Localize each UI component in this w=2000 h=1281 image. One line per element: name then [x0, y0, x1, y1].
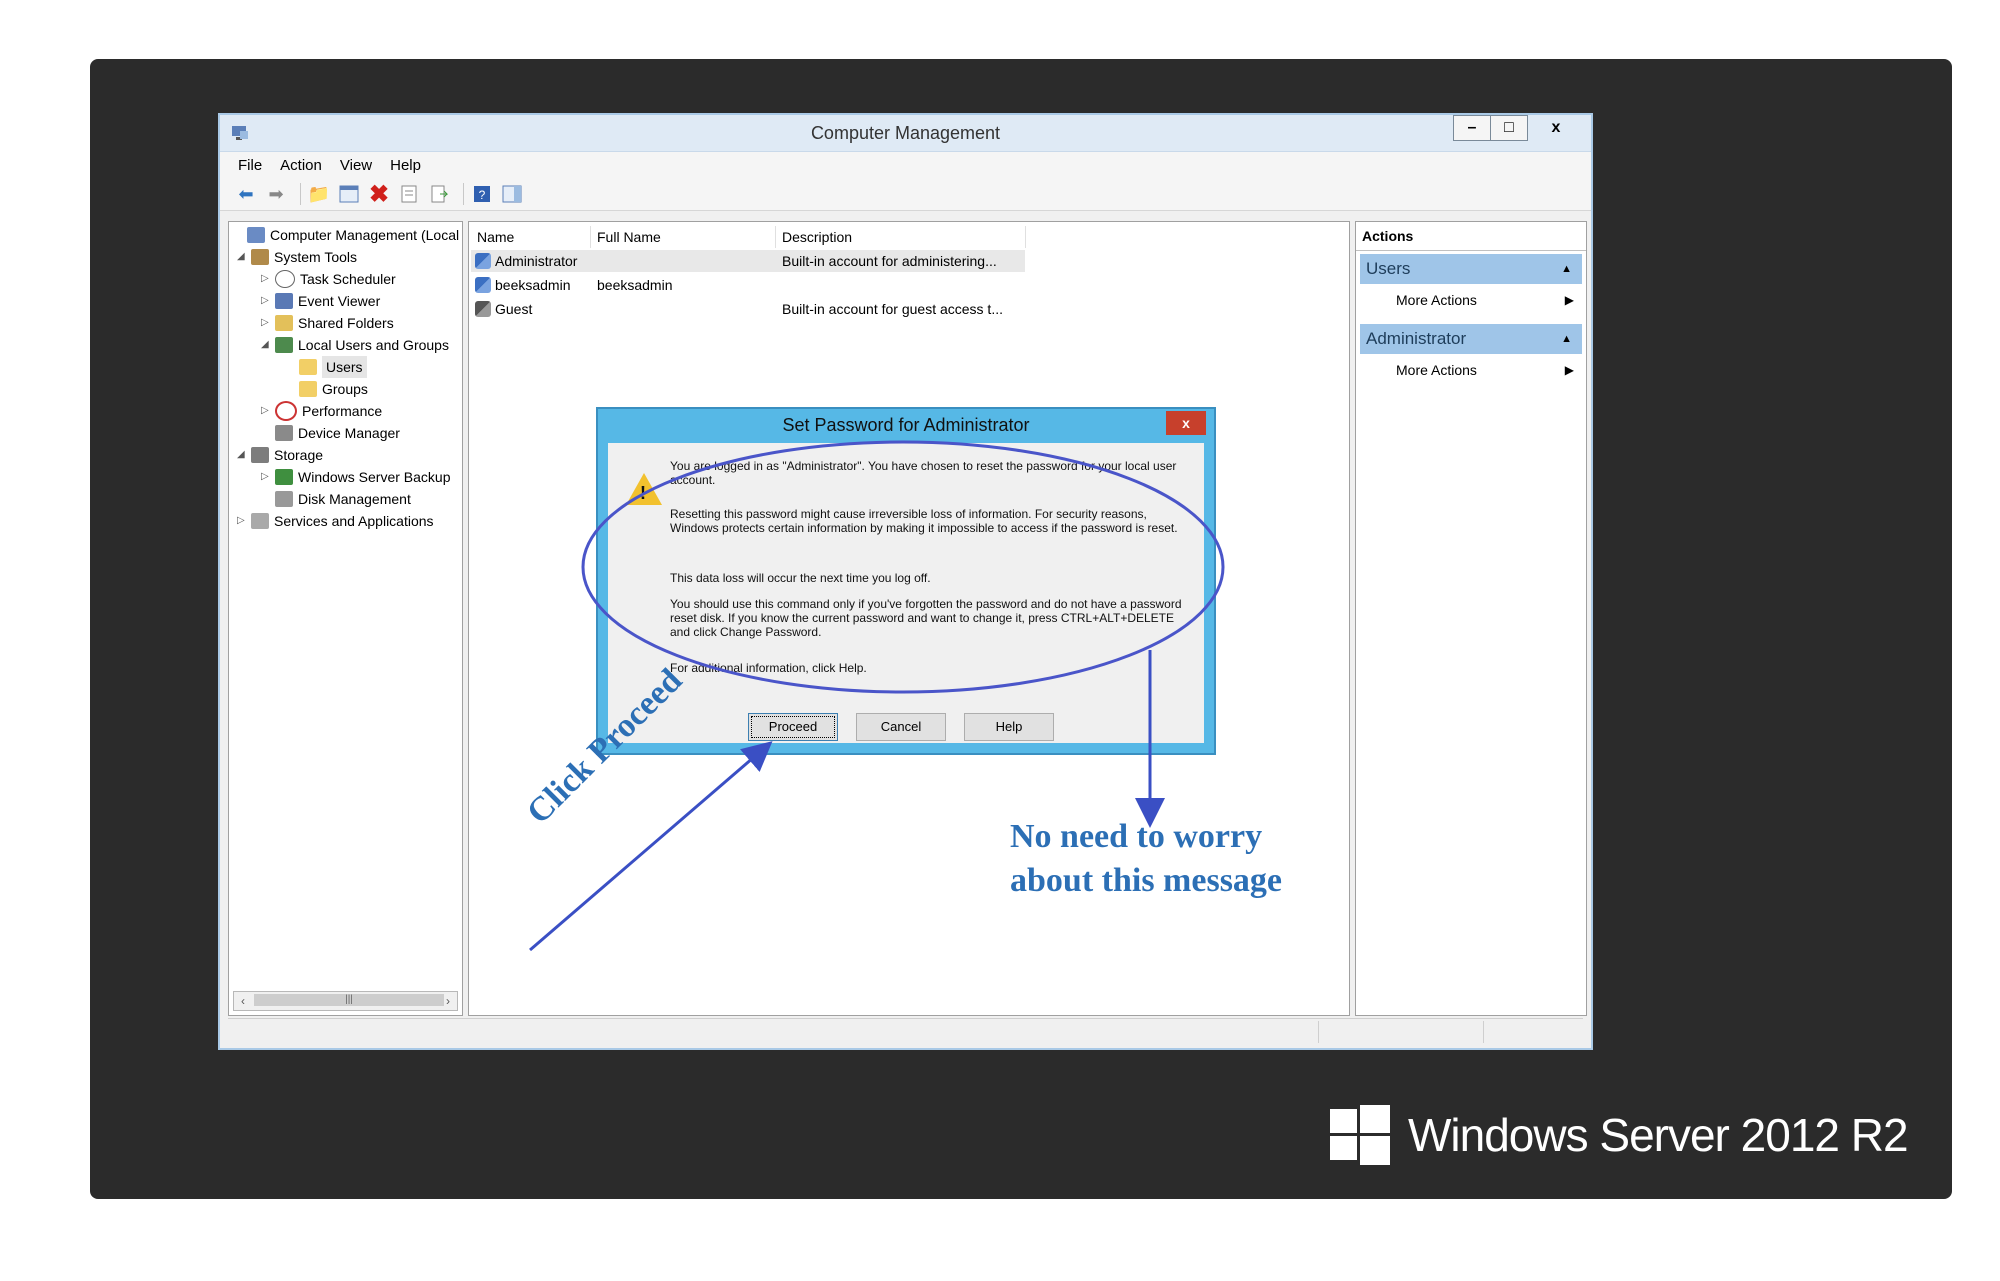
annotation-no-need-line2: about this message	[1010, 862, 1283, 899]
show-hide-action-pane-icon[interactable]	[500, 182, 524, 206]
table-row-name[interactable]: Administrator	[475, 250, 577, 272]
minimize-button[interactable]: –	[1453, 115, 1491, 141]
folder-icon	[299, 381, 317, 397]
user-icon	[475, 253, 491, 269]
shared-folder-icon	[275, 315, 293, 331]
table-row-full-name: beeksadmin	[597, 277, 673, 293]
table-row-description: Built-in account for guest access t...	[782, 301, 1003, 317]
help-button[interactable]: Help	[964, 713, 1054, 741]
menu-action[interactable]: Action	[280, 157, 322, 174]
scroll-left-icon[interactable]: ‹	[234, 992, 252, 1010]
brand-name: Windows Server 2012 R2	[1408, 1109, 1909, 1161]
actions-section-users[interactable]: Users ▲	[1360, 254, 1582, 284]
dialog-body: ! You are logged in as "Administrator". …	[608, 443, 1204, 743]
backup-icon	[275, 469, 293, 485]
tree-item-task-scheduler[interactable]: ▷ Task Scheduler	[261, 268, 396, 290]
close-button[interactable]: x	[1527, 115, 1585, 141]
tree-item-performance[interactable]: ▷ Performance	[261, 400, 382, 422]
delete-icon[interactable]: ✖	[367, 181, 391, 208]
dialog-paragraph: You are logged in as "Administrator". Yo…	[670, 459, 1177, 487]
guest-user-icon	[475, 301, 491, 317]
more-actions-users[interactable]: More Actions ▶	[1396, 288, 1578, 312]
proceed-button[interactable]: Proceed	[748, 713, 838, 741]
export-list-icon[interactable]	[427, 182, 451, 206]
dialog-title: Set Password for Administrator	[782, 415, 1030, 435]
scroll-thumb[interactable]: |||	[254, 994, 444, 1006]
actions-section-administrator[interactable]: Administrator ▲	[1360, 324, 1582, 354]
actions-pane: Actions Users ▲ More Actions ▶ Administrat…	[1355, 221, 1587, 1016]
device-manager-icon	[275, 425, 293, 441]
tree-item-users[interactable]: Users	[285, 356, 367, 378]
console-tree: Computer Management (Local ◢ System Tool…	[228, 221, 463, 1016]
disk-icon	[275, 491, 293, 507]
annotation-no-need-line1: No need to worry	[1010, 818, 1263, 855]
window-title: Computer Management	[810, 123, 1001, 143]
submenu-arrow-icon: ▶	[1564, 293, 1574, 307]
more-actions-administrator[interactable]: More Actions ▶	[1396, 358, 1578, 382]
actions-title: Actions	[1362, 228, 1414, 244]
tree-item-windows-server-backup[interactable]: ▷ Windows Server Backup	[261, 466, 451, 488]
up-folder-icon[interactable]: 📁	[307, 182, 331, 206]
table-row-description: Built-in account for administering...	[782, 253, 997, 269]
dialog-paragraph: You should use this command only if you'…	[670, 597, 1182, 639]
status-bar	[228, 1018, 1583, 1045]
menu-file[interactable]: File	[238, 157, 262, 174]
tree-item-system-tools[interactable]: ◢ System Tools	[237, 246, 357, 268]
windows-logo-icon	[1330, 1105, 1390, 1165]
table-row-name[interactable]: Guest	[475, 298, 532, 320]
tree-item-event-viewer[interactable]: ▷ Event Viewer	[261, 290, 380, 312]
tree-item-services-applications[interactable]: ▷ Services and Applications	[237, 510, 434, 532]
tree-item-local-users-groups[interactable]: ◢ Local Users and Groups	[261, 334, 449, 356]
maximize-button[interactable]: □	[1490, 115, 1528, 141]
show-hide-tree-icon[interactable]	[337, 182, 361, 206]
dialog-close-button[interactable]: x	[1166, 411, 1206, 435]
cancel-button[interactable]: Cancel	[856, 713, 946, 741]
table-row-name[interactable]: beeksadmin	[475, 274, 571, 296]
collapse-up-icon[interactable]: ▲	[1561, 324, 1572, 354]
help-icon[interactable]: ?	[470, 182, 494, 206]
tree-horizontal-scrollbar[interactable]: ‹ ||| ›	[233, 991, 458, 1011]
user-icon	[475, 277, 491, 293]
dialog-paragraph: For additional information, click Help.	[670, 661, 867, 675]
menu-bar: File Action View Help	[220, 152, 1591, 178]
services-icon	[251, 513, 269, 529]
users-group-icon	[275, 337, 293, 353]
tree-item-shared-folders[interactable]: ▷ Shared Folders	[261, 312, 394, 334]
submenu-arrow-icon: ▶	[1564, 363, 1574, 377]
dialog-paragraph: This data loss will occur the next time …	[670, 571, 931, 585]
tree-item-groups[interactable]: Groups	[285, 378, 368, 400]
tools-icon	[251, 249, 269, 265]
svg-text:?: ?	[479, 188, 486, 202]
menu-help[interactable]: Help	[390, 157, 421, 174]
storage-icon	[251, 447, 269, 463]
column-header-name[interactable]: Name	[471, 226, 591, 248]
scroll-right-icon[interactable]: ›	[439, 992, 457, 1010]
computer-icon	[247, 227, 265, 243]
tree-item-device-manager[interactable]: Device Manager	[261, 422, 400, 444]
forward-arrow-icon[interactable]: ➡	[264, 182, 288, 206]
tree-item-computer-management[interactable]: Computer Management (Local	[233, 224, 459, 246]
collapse-up-icon[interactable]: ▲	[1561, 254, 1572, 284]
menu-view[interactable]: View	[340, 157, 372, 174]
properties-icon[interactable]	[397, 182, 421, 206]
folder-icon	[299, 359, 317, 375]
toolbar: ⬅ ➡ 📁 ✖ ?	[220, 178, 1591, 211]
column-header-description[interactable]: Description	[776, 226, 1026, 248]
title-bar: Computer Management – □ x	[220, 115, 1591, 152]
performance-icon	[275, 401, 297, 421]
set-password-dialog: Set Password for Administrator x ! You a…	[596, 407, 1216, 755]
column-header-full-name[interactable]: Full Name	[591, 226, 776, 248]
dialog-paragraph: Resetting this password might cause irre…	[670, 507, 1178, 535]
back-arrow-icon[interactable]: ⬅	[234, 182, 258, 206]
clock-icon	[275, 270, 295, 288]
windows-server-brand: Windows Server 2012 R2	[1330, 1105, 1909, 1165]
tree-item-disk-management[interactable]: Disk Management	[261, 488, 411, 510]
tree-item-storage[interactable]: ◢ Storage	[237, 444, 323, 466]
event-log-icon	[275, 293, 293, 309]
